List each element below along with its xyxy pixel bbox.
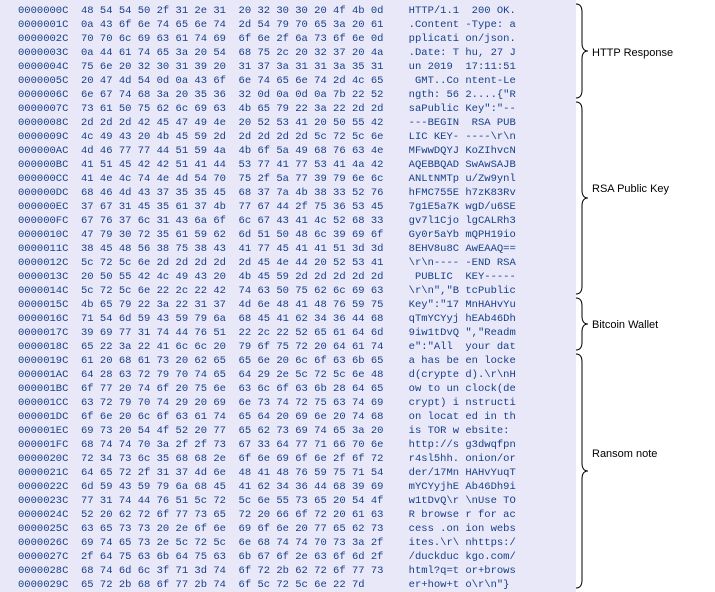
annotation-label: RSA Public Key [592,182,669,196]
hex-dump-panel: 0000000C 48 54 54 50 2f 31 2e 31 20 32 3… [0,0,576,592]
brace-icon [576,296,590,352]
annotation-label: Ransom note [592,447,657,461]
annotation-label: Bitcoin Wallet [592,318,658,332]
annotation-panel: HTTP Response RSA Public Key Bitcoin Wal… [576,0,715,592]
annotation-label: HTTP Response [592,46,673,60]
brace-icon [576,352,590,590]
brace-icon [576,100,590,296]
brace-icon [576,2,590,100]
